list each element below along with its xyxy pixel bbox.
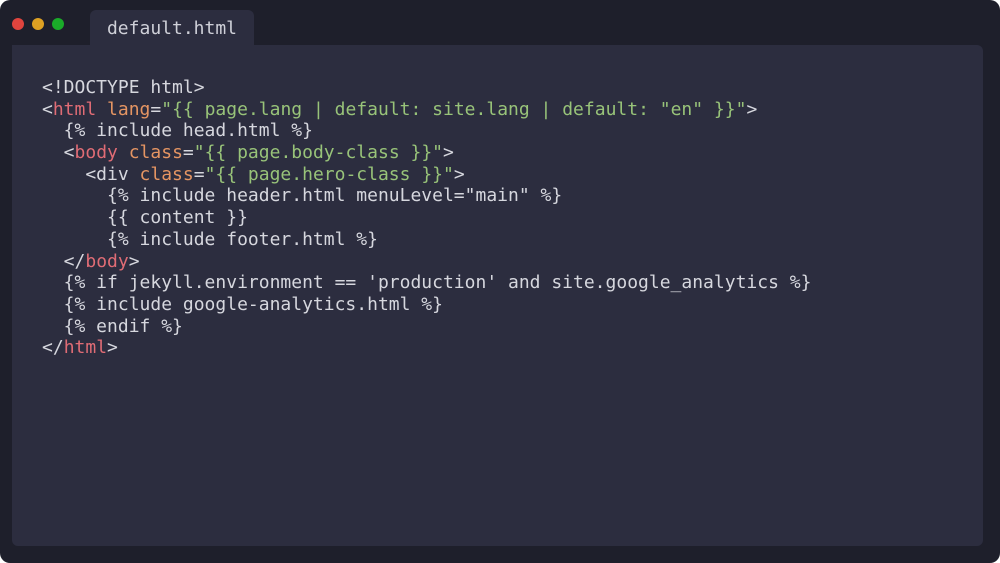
code-token-plain: <: [42, 142, 75, 164]
code-block: <!DOCTYPE html> <html lang="{{ page.lang …: [42, 77, 811, 359]
maximize-dot-icon[interactable]: [52, 18, 64, 30]
code-line: <!DOCTYPE html>: [42, 77, 811, 99]
code-token-plain: >: [746, 98, 758, 120]
code-line: <body class="{{ page.body-class }}">: [42, 142, 811, 164]
code-line: <div class="{{ page.hero-class }}">: [42, 164, 811, 186]
code-editor[interactable]: <!DOCTYPE html> <html lang="{{ page.lang …: [12, 45, 983, 546]
code-token-tag: body: [85, 250, 129, 272]
code-token-plain: =: [193, 163, 205, 185]
code-line: </html>: [42, 337, 811, 359]
tab-title: default.html: [106, 17, 238, 39]
code-token-plain: {% include head.html %}: [42, 120, 313, 142]
code-token-plain: <: [42, 98, 53, 120]
code-token-plain: >: [443, 142, 454, 164]
editor-window: default.html <!DOCTYPE html> <html lang="…: [0, 0, 1000, 563]
tab-default-html[interactable]: default.html: [90, 10, 254, 46]
code-token-str: "{{ page.hero-class }}": [204, 163, 454, 185]
code-token-plain: <div: [42, 163, 140, 185]
code-token-plain: </: [42, 337, 64, 359]
code-token-attr: class: [139, 163, 194, 185]
code-token-plain: >: [453, 163, 465, 185]
code-token-str: "{{ page.lang | default: site.lang | def…: [161, 98, 747, 120]
code-token-plain: {{ content }}: [42, 207, 248, 229]
code-token-str: "{{ page.body-class }}": [193, 142, 443, 164]
code-token-plain: =: [182, 142, 194, 164]
code-token-plain: >: [107, 337, 118, 359]
code-line: {% include google-analytics.html %}: [42, 294, 811, 316]
code-line: </body>: [42, 251, 811, 273]
code-token-plain: {% include google-analytics.html %}: [42, 293, 443, 315]
code-token-tag: body: [74, 142, 118, 164]
code-line: {% include header.html menuLevel="main" …: [42, 185, 811, 207]
code-token-plain: >: [128, 250, 140, 272]
code-token-plain: =: [150, 98, 162, 120]
code-token-plain: {% include footer.html %}: [42, 228, 378, 250]
code-token-tag: html: [63, 337, 108, 359]
code-line: {% if jekyll.environment == 'production'…: [42, 272, 812, 294]
code-token-attr: lang: [107, 98, 151, 120]
code-line: {% endif %}: [42, 316, 811, 338]
code-token-tag: html: [52, 98, 97, 120]
minimize-dot-icon[interactable]: [32, 18, 44, 30]
code-line: {% include footer.html %}: [42, 229, 811, 251]
code-token-plain: {% include header.html menuLevel="main" …: [42, 185, 563, 207]
code-line: <html lang="{{ page.lang | default: site…: [42, 99, 811, 121]
close-dot-icon[interactable]: [12, 18, 24, 30]
code-token-attr: class: [128, 142, 183, 164]
code-token-plain: {% endif %}: [42, 315, 183, 337]
code-line: {% include head.html %}: [42, 120, 811, 142]
code-token-plain: <!DOCTYPE html>: [42, 77, 205, 98]
window-controls: [12, 18, 64, 30]
code-line: {{ content }}: [42, 207, 811, 229]
code-token-plain: </: [42, 250, 86, 272]
code-token-plain: {% if jekyll.environment == 'production'…: [42, 272, 812, 294]
